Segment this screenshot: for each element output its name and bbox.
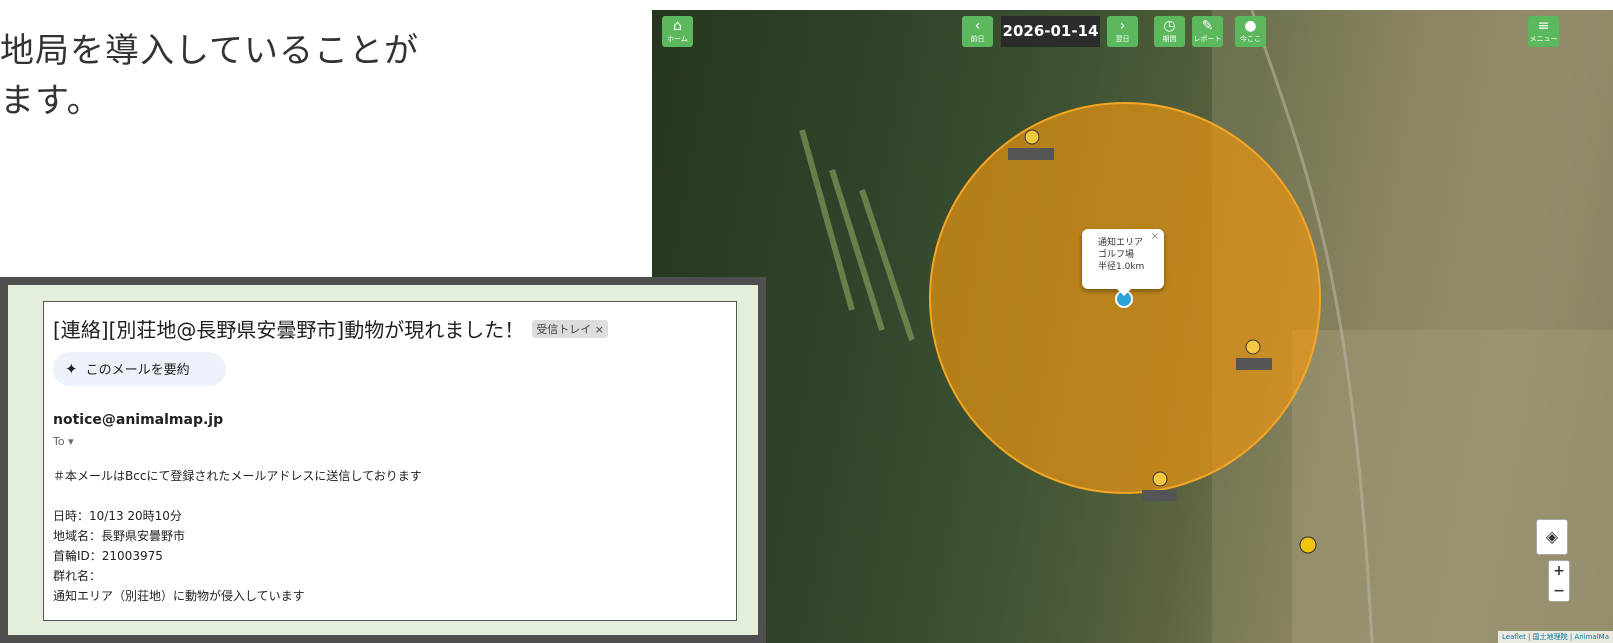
summarize-email-button[interactable]: ✦ このメールを要約 [53, 352, 226, 386]
body-line: 日時：10/13 20時10分 [53, 509, 182, 523]
current-location-button[interactable]: ● 今ここ [1235, 16, 1266, 47]
zoom-control: + − [1548, 560, 1570, 602]
layers-icon: ◈ [1545, 527, 1559, 546]
email-callout-frame: [連絡][別荘地@長野県安曇野市]動物が現れました！ 受信トレイ × ✦ このメール… [0, 277, 766, 643]
body-line: 群れ名： [53, 569, 102, 583]
satellite-imagery [799, 10, 1613, 643]
zoom-in-button[interactable]: + [1549, 561, 1569, 581]
home-icon: ⌂ [673, 18, 682, 34]
popup-line-2: ゴルフ場 [1098, 250, 1135, 260]
home-button[interactable]: ⌂ ホーム [662, 16, 693, 47]
popup-close-button[interactable]: × [1151, 231, 1159, 243]
location-pin-icon: ● [1244, 18, 1257, 34]
body-line [53, 486, 422, 506]
email-subject: [連絡][別荘地@長野県安曇野市]動物が現れました！ 受信トレイ × [53, 314, 608, 343]
inbox-label[interactable]: 受信トレイ × [532, 320, 608, 338]
layers-control[interactable]: ◈ [1536, 519, 1568, 555]
zoom-out-button[interactable]: − [1549, 581, 1569, 601]
date-display[interactable]: 2026-01-14 [1001, 16, 1100, 47]
intro-line-2: ます。 [0, 81, 102, 121]
period-button[interactable]: ◷ 期間 [1154, 16, 1185, 47]
body-line: 地域名：長野県安曇野市 [53, 529, 186, 543]
clock-icon: ◷ [1163, 18, 1176, 34]
email-sender[interactable]: notice@animalmap.jp [53, 412, 223, 428]
report-button[interactable]: ✎ レポート [1192, 16, 1223, 47]
next-day-button[interactable]: › 翌日 [1107, 16, 1138, 47]
email-view: [連絡][別荘地@長野県安曇野市]動物が現れました！ 受信トレイ × ✦ このメール… [43, 301, 737, 621]
edit-icon: ✎ [1201, 18, 1214, 34]
intro-line-1: 地局を導入していることが [0, 31, 419, 71]
chevron-left-icon: ‹ [974, 18, 981, 34]
prev-day-button[interactable]: ‹ 前日 [962, 16, 993, 47]
sparkle-icon: ✦ [65, 360, 78, 378]
email-body: ＃本メールはBccにて登録されたメールアドレスに送信しております 日時：10/1… [53, 466, 422, 606]
body-line: ＃本メールはBccにて登録されたメールアドレスに送信しております [53, 469, 422, 483]
notification-area-popup: × 通知エリア ゴルフ場 半径1.0km [1082, 229, 1164, 296]
recipients-toggle[interactable]: To ▾ [53, 435, 74, 448]
popup-line-3: 半径1.0km [1098, 262, 1145, 272]
email-callout-background: [連絡][別荘地@長野県安曇野市]動物が現れました！ 受信トレイ × ✦ このメール… [8, 285, 758, 635]
chevron-right-icon: › [1119, 18, 1126, 34]
menu-icon: ≡ [1537, 18, 1550, 34]
body-line: 首輪ID：21003975 [53, 549, 163, 563]
menu-button[interactable]: ≡ メニュー [1528, 16, 1559, 47]
body-line: 通知エリア（別荘地）に動物が侵入しています [53, 589, 305, 603]
map-view[interactable]: ⌂ ホーム ‹ 前日 2026-01-14 › 翌日 ◷ 期間 ✎ レポート ●… [652, 10, 1613, 643]
intro-text: 地局を導入していることが ます。 [0, 26, 419, 126]
map-attribution[interactable]: Leaflet | 国土地理院 | AnimalMa [1497, 631, 1613, 643]
